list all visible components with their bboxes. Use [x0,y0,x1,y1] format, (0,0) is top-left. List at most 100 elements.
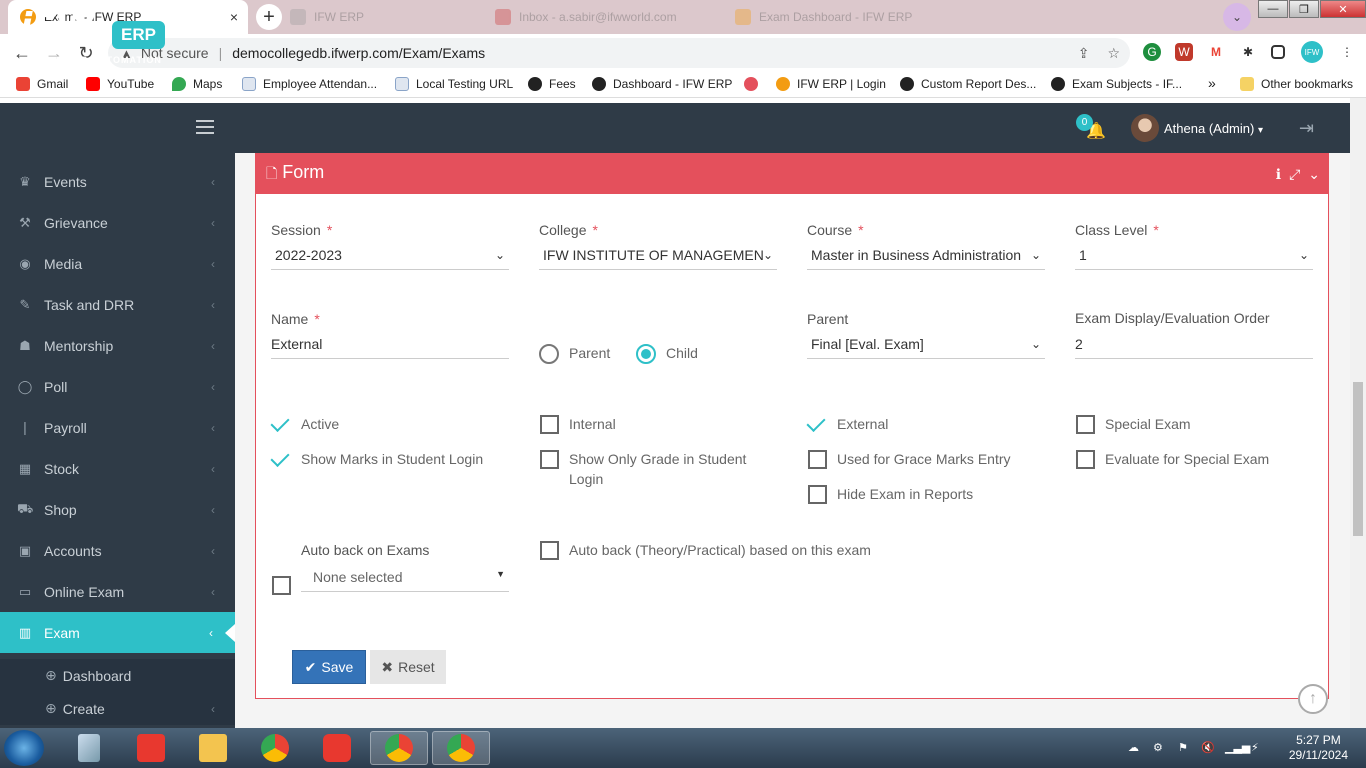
show-grade-label[interactable]: Show Only Grade in Student Login [569,449,769,489]
auto-back-multiselect[interactable]: None selected ▼ [301,564,509,592]
user-menu[interactable]: Athena (Admin) ▾ [1164,121,1263,136]
bookmark-maps[interactable]: Maps [172,77,222,91]
expand-icon[interactable]: ⤢ [1289,166,1300,183]
sidebar-item-exam[interactable]: ▥ Exam ‹ [0,612,235,653]
auto-back-checkbox[interactable] [272,576,291,595]
tab-search-icon[interactable]: ⌄ [1223,3,1251,31]
auto-back-theory-checkbox[interactable] [540,541,559,560]
sidebar-item-poll[interactable]: ◯ Poll ‹ [0,366,235,407]
scroll-to-top-icon[interactable]: ↑ [1298,684,1328,714]
taskbar-app-chrome-active[interactable] [370,731,428,765]
sidebar-item-grievance[interactable]: ⚒ Grievance ‹ [0,202,235,243]
college-select[interactable]: IFW INSTITUTE OF MANAGEMENT ⌄ [539,242,777,270]
name-input[interactable]: External [271,331,509,359]
volume-muted-icon[interactable]: 🔇 [1201,741,1215,755]
sidebar-item-stock[interactable]: ▦ Stock ‹ [0,448,235,489]
signal-icon[interactable]: ▁▃▅ [1225,741,1250,755]
extension-icon[interactable]: W [1175,43,1193,61]
minimize-button[interactable]: — [1258,0,1288,18]
more-bookmarks-chevron-icon[interactable]: » [1208,75,1216,91]
side-panel-icon[interactable] [1271,45,1285,59]
hide-exam-checkbox[interactable] [808,485,827,504]
share-icon[interactable]: ⇪ [1078,45,1090,62]
hamburger-menu-icon[interactable] [196,120,214,134]
taskbar-app-anydesk[interactable] [125,731,177,765]
class-level-select[interactable]: 1 ⌄ [1075,242,1313,270]
taskbar-app-wps[interactable] [311,731,363,765]
reset-button[interactable]: ✖ Reset [370,650,446,684]
sidebar-item-payroll[interactable]: ❘ Payroll ‹ [0,407,235,448]
hide-exam-label[interactable]: Hide Exam in Reports [837,484,973,504]
profile-avatar-icon[interactable]: IFW [1301,41,1323,63]
bookmark-dashboard[interactable]: Dashboard - IFW ERP [592,77,732,91]
sidebar-subitem-dashboard[interactable]: ⊕ Dashboard [0,659,235,692]
sidebar-item-media[interactable]: ◉ Media ‹ [0,243,235,284]
show-marks-checkbox[interactable] [272,451,293,467]
tab-close-icon[interactable]: × [230,9,238,25]
power-icon[interactable]: ⚡ [1251,741,1265,755]
sidebar-item-accounts[interactable]: ▣ Accounts ‹ [0,530,235,571]
bookmark-fees[interactable]: Fees [528,77,576,91]
internal-label[interactable]: Internal [569,414,616,434]
puzzle-extensions-icon[interactable]: ✱ [1239,43,1257,61]
active-checkbox[interactable] [272,416,293,432]
taskbar-app-notes[interactable] [63,731,115,765]
special-exam-checkbox[interactable] [1076,415,1095,434]
sidebar-item-mentorship[interactable]: ☗ Mentorship ‹ [0,325,235,366]
taskbar-app-chrome-2[interactable] [432,731,490,765]
sidebar-item-shop[interactable]: ⛟ Shop ‹ [0,489,235,530]
maximize-button[interactable]: ❐ [1289,0,1319,18]
network-icon[interactable]: ☁ [1128,741,1142,755]
sidebar-item-task-drr[interactable]: ✎ Task and DRR ‹ [0,284,235,325]
collapse-chevron-icon[interactable]: ⌄ [1308,166,1320,183]
url-text[interactable]: democollegedb.ifwerp.com/Exam/Exams [232,45,485,61]
windows-start-icon[interactable] [4,730,44,766]
show-grade-checkbox[interactable] [540,450,559,469]
external-label[interactable]: External [837,414,888,434]
sidebar-subitem-create[interactable]: ⊕ Create ‹ [0,692,235,725]
bookmark-exam-subjects[interactable]: Exam Subjects - IF... [1051,77,1182,91]
taskbar-app-chrome[interactable] [249,731,301,765]
show-marks-label[interactable]: Show Marks in Student Login [301,449,483,469]
child-radio-label[interactable]: Child [666,345,698,361]
other-bookmarks[interactable]: Other bookmarks [1240,77,1353,91]
tab-background-2[interactable]: Inbox - a.sabir@ifwworld.com [495,0,725,34]
course-select[interactable]: Master in Business Administration ⌄ [807,242,1045,270]
bookmark-local-testing[interactable]: Local Testing URL [395,77,513,91]
sidebar-item-events[interactable]: ♛ Events ‹ [0,161,235,202]
child-radio[interactable] [636,344,656,364]
parent-radio[interactable] [539,344,559,364]
grammarly-extension-icon[interactable]: G [1143,43,1161,61]
order-input[interactable]: 2 [1075,331,1313,359]
special-exam-label[interactable]: Special Exam [1105,414,1191,434]
sidebar-item-online-exam[interactable]: ▭ Online Exam ‹ [0,571,235,612]
system-clock[interactable]: 5:27 PM 29/11/2024 [1289,733,1348,763]
info-icon[interactable]: ℹ [1276,166,1281,183]
new-tab-button[interactable]: + [256,4,282,30]
session-select[interactable]: 2022-2023 ⌄ [271,242,509,270]
parent-radio-label[interactable]: Parent [569,345,610,361]
taskbar-app-explorer[interactable] [187,731,239,765]
grace-marks-label[interactable]: Used for Grace Marks Entry [837,449,1011,469]
bookmark-employee-attendance[interactable]: Employee Attendan... [242,77,377,91]
tray-app-icon[interactable]: ⚙ [1153,741,1167,755]
evaluate-special-checkbox[interactable] [1076,450,1095,469]
bookmark-ifw-login[interactable]: IFW ERP | Login [776,77,886,91]
external-checkbox[interactable] [808,416,829,432]
bookmark-gmail[interactable]: Gmail [16,77,68,91]
tab-background-1[interactable]: IFW ERP [290,0,480,34]
grace-marks-checkbox[interactable] [808,450,827,469]
save-button[interactable]: ✔ Save [292,650,366,684]
bookmark-unnamed[interactable] [744,77,765,91]
user-avatar[interactable] [1131,114,1159,142]
bookmark-youtube[interactable]: YouTube [86,77,154,91]
evaluate-special-label[interactable]: Evaluate for Special Exam [1105,449,1269,469]
gmail-extension-icon[interactable]: M [1207,43,1225,61]
page-scrollbar[interactable] [1350,98,1366,728]
menu-dots-icon[interactable]: ⋮ [1338,43,1356,61]
active-label[interactable]: Active [301,414,339,434]
tray-flag-icon[interactable]: ⚑ [1178,741,1192,755]
close-window-button[interactable]: ✕ [1320,0,1366,18]
auto-back-theory-label[interactable]: Auto back (Theory/Practical) based on th… [569,540,871,560]
internal-checkbox[interactable] [540,415,559,434]
